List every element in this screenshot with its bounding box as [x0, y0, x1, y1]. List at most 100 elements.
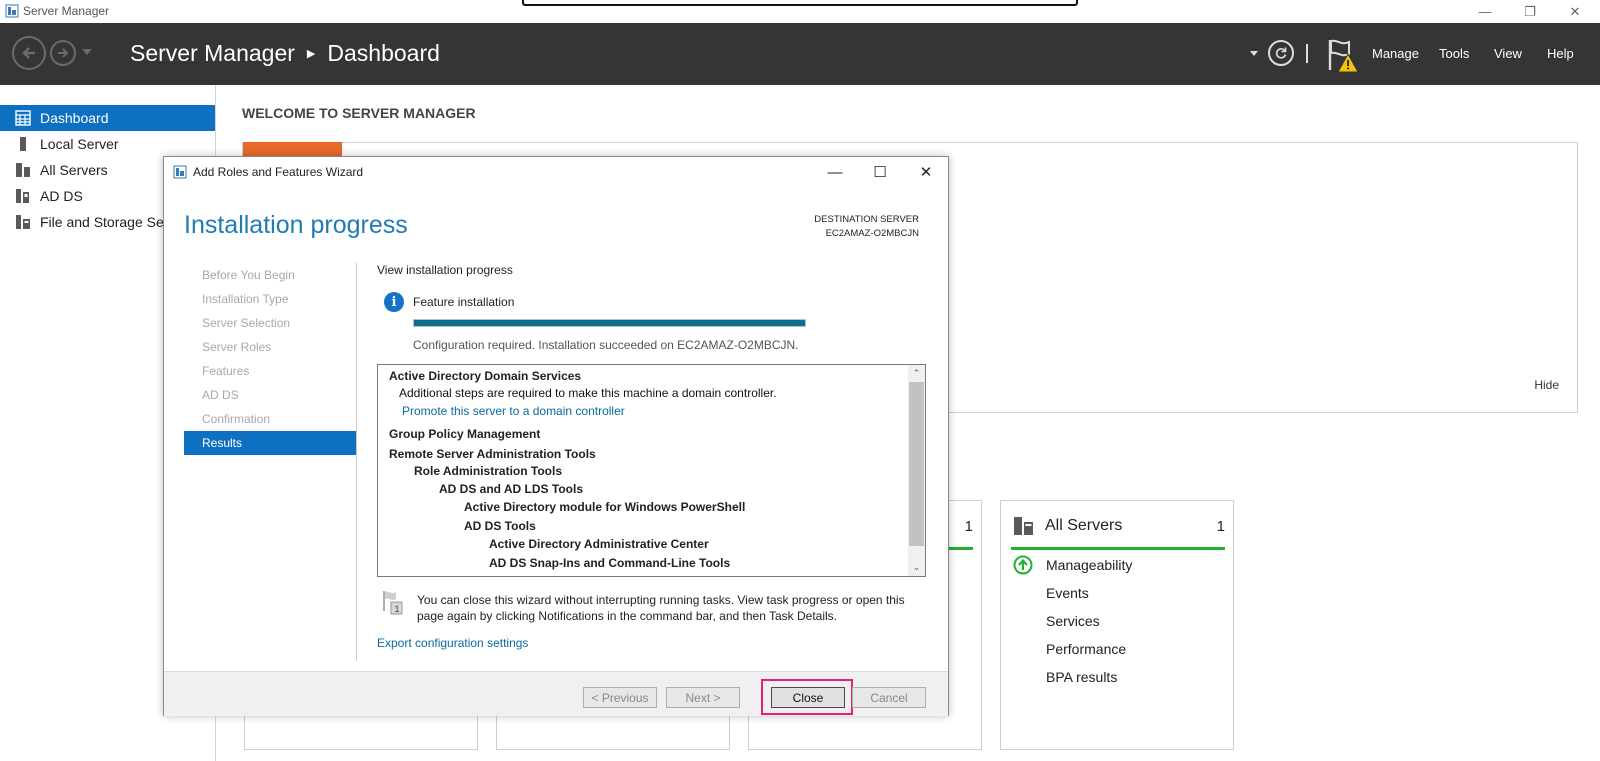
welcome-title: WELCOME TO SERVER MANAGER: [242, 105, 476, 121]
notifications-flag-icon[interactable]: [1327, 38, 1361, 74]
cancel-button[interactable]: Cancel: [852, 687, 926, 708]
export-configuration-link[interactable]: Export configuration settings: [377, 636, 528, 650]
destination-label: DESTINATION SERVER: [814, 214, 919, 225]
tile-header[interactable]: All Servers: [1013, 516, 1225, 536]
sidebar-item-label: AD DS: [40, 188, 83, 204]
forward-arrow-icon: [58, 48, 69, 58]
feature-installation-label: Feature installation: [413, 295, 515, 309]
dialog-heading: Installation progress: [184, 211, 408, 239]
installation-progress-bar: [413, 319, 806, 327]
content-subtitle: View installation progress: [377, 263, 513, 277]
close-button[interactable]: Close: [771, 687, 845, 708]
svg-text:1: 1: [395, 604, 400, 614]
results-scrollbar[interactable]: ⌃ ⌄: [908, 365, 925, 576]
menu-view[interactable]: View: [1494, 46, 1522, 61]
task-notification-icon: 1: [383, 591, 403, 615]
history-dropdown-icon[interactable]: [82, 49, 92, 55]
dialog-titlebar[interactable]: Add Roles and Features Wizard — ☐ ✕: [164, 157, 948, 187]
window-titlebar: Server Manager — ❐ ✕: [0, 0, 1600, 23]
refresh-dropdown-icon[interactable]: [1250, 51, 1258, 56]
sidebar-item-dashboard[interactable]: Dashboard: [0, 105, 215, 131]
menu-tools[interactable]: Tools: [1439, 46, 1469, 61]
step-ad-ds: AD DS: [202, 388, 239, 402]
result-item: AD DS Snap-Ins and Command-Line Tools: [489, 556, 731, 570]
progress-fill: [414, 320, 805, 326]
servers-icon: [16, 163, 30, 177]
window-close-button[interactable]: ✕: [1553, 0, 1597, 23]
header-divider: [1306, 44, 1308, 63]
dialog-title: Add Roles and Features Wizard: [193, 165, 364, 179]
breadcrumb-root[interactable]: Server Manager: [130, 40, 295, 67]
dialog-maximize-button[interactable]: ☐: [858, 157, 902, 187]
sidebar-item-local-server[interactable]: Local Server: [0, 131, 215, 157]
close-wizard-note: You can close this wizard without interr…: [417, 593, 905, 623]
tile-row-bpa[interactable]: BPA results: [1046, 669, 1117, 685]
tile-count[interactable]: 1: [1217, 518, 1225, 535]
server-manager-app-icon: [5, 4, 19, 18]
scroll-down-icon[interactable]: ⌄: [908, 559, 925, 576]
wizard-steps: Before You Begin Installation Type Serve…: [184, 263, 356, 455]
dashboard-icon: [15, 110, 31, 126]
ad-ds-icon: [16, 189, 29, 203]
tile-status-line: [1011, 547, 1225, 550]
menu-help[interactable]: Help: [1547, 46, 1574, 61]
breadcrumb-page: Dashboard: [327, 40, 440, 66]
dialog-footer: < Previous Next > Close Cancel: [164, 671, 948, 716]
wizard-app-icon: [173, 165, 187, 179]
window-title: Server Manager: [23, 4, 110, 18]
restore-button[interactable]: ❐: [1508, 0, 1552, 23]
steps-divider: [356, 263, 357, 661]
refresh-button[interactable]: [1268, 40, 1294, 66]
tile-title: All Servers: [1045, 517, 1123, 534]
previous-button[interactable]: < Previous: [583, 687, 657, 708]
manageability-ok-icon: [1013, 555, 1033, 575]
result-item: Active Directory module for Windows Powe…: [464, 500, 746, 514]
window-frame-outline: [522, 0, 1078, 6]
breadcrumb-separator-icon: ▶: [306, 48, 316, 60]
step-installation-type: Installation Type: [202, 292, 289, 306]
installation-status: Configuration required. Installation suc…: [413, 338, 799, 352]
tile-row-services[interactable]: Services: [1046, 613, 1100, 629]
back-arrow-icon: [22, 47, 35, 59]
step-results[interactable]: Results: [184, 431, 356, 455]
header-bar: Server Manager ▶ Dashboard Manage Tools …: [0, 23, 1600, 85]
servers-icon: [1014, 517, 1033, 535]
info-icon: i: [384, 292, 404, 312]
result-item: Active Directory Domain Services: [389, 369, 582, 383]
dialog-minimize-button[interactable]: —: [813, 157, 857, 187]
next-button[interactable]: Next >: [666, 687, 740, 708]
step-before-you-begin: Before You Begin: [202, 268, 295, 282]
step-features: Features: [202, 364, 250, 378]
dialog-close-x-button[interactable]: ✕: [904, 157, 948, 187]
hide-link[interactable]: Hide: [1534, 378, 1559, 392]
back-button[interactable]: [12, 36, 46, 70]
step-server-roles: Server Roles: [202, 340, 272, 354]
step-confirmation: Confirmation: [202, 412, 271, 426]
destination-server-name: EC2AMAZ-O2MBCJN: [825, 228, 919, 239]
tile-row-events[interactable]: Events: [1046, 585, 1089, 601]
server-icon: [20, 137, 26, 151]
result-item: Role Administration Tools: [414, 464, 563, 478]
tile-count[interactable]: 1: [965, 518, 973, 535]
refresh-icon: [1275, 47, 1287, 59]
promote-dc-link[interactable]: Promote this server to a domain controll…: [402, 404, 625, 418]
results-list[interactable]: Active Directory Domain Services Additio…: [377, 364, 926, 577]
minimize-button[interactable]: —: [1463, 0, 1507, 23]
quick-start-tab[interactable]: [243, 142, 342, 157]
tile-row-performance[interactable]: Performance: [1046, 641, 1126, 657]
scroll-up-icon[interactable]: ⌃: [908, 365, 925, 382]
storage-icon: [16, 215, 30, 229]
menu-manage[interactable]: Manage: [1372, 46, 1419, 61]
step-server-selection: Server Selection: [202, 316, 291, 330]
breadcrumb: Server Manager ▶ Dashboard: [130, 40, 440, 67]
tile-row-manageability[interactable]: Manageability: [1046, 557, 1132, 573]
all-servers-tile: All Servers 1 Manageability Events Servi…: [1000, 500, 1234, 750]
sidebar-item-label: Local Server: [40, 136, 119, 152]
scroll-thumb[interactable]: [909, 382, 924, 546]
forward-button[interactable]: [50, 40, 76, 66]
destination-server: DESTINATION SERVER EC2AMAZ-O2MBCJN: [814, 213, 919, 241]
result-item: AD DS Tools: [464, 519, 536, 533]
result-item: Additional steps are required to make th…: [399, 386, 777, 400]
result-item: AD DS and AD LDS Tools: [439, 482, 583, 496]
add-roles-wizard-dialog: Add Roles and Features Wizard — ☐ ✕ Inst…: [163, 156, 949, 716]
